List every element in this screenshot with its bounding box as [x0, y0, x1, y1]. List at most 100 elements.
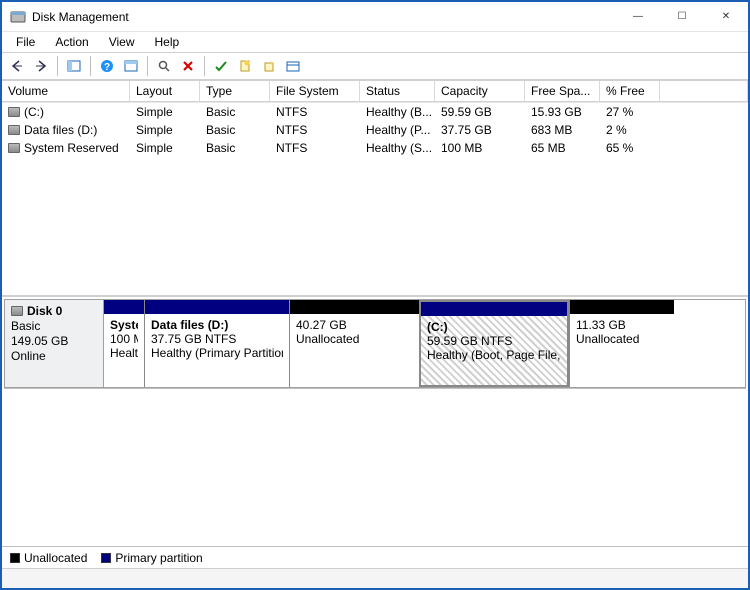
wizard-button[interactable] — [258, 55, 280, 77]
checkmark-button[interactable] — [210, 55, 232, 77]
volume-list-header: Volume Layout Type File System Status Ca… — [2, 81, 748, 103]
disk-size: 149.05 GB — [11, 334, 97, 348]
minimize-button[interactable]: — — [616, 2, 660, 32]
volume-row[interactable]: Data files (D:) SimpleBasicNTFSHealthy (P… — [2, 121, 748, 139]
partition-size: 37.75 GB NTFS — [151, 332, 283, 346]
volume-name: Data files (D:) — [24, 123, 97, 137]
partition-body: (C:)59.59 GB NTFSHealthy (Boot, Page Fil… — [421, 316, 567, 385]
col-header-capacity[interactable]: Capacity — [435, 81, 525, 102]
volume-free: 683 MB — [525, 120, 600, 140]
volume-status: Healthy (P... — [360, 120, 435, 140]
col-header-freespace[interactable]: Free Spa... — [525, 81, 600, 102]
menu-view[interactable]: View — [101, 33, 143, 51]
partition[interactable]: 11.33 GBUnallocated — [569, 300, 674, 387]
volume-capacity: 37.75 GB — [435, 120, 525, 140]
volume-type: Basic — [200, 120, 270, 140]
partition[interactable]: System R100 MB NHealthy ( — [104, 300, 144, 387]
disk-label: Disk 0 — [27, 304, 62, 318]
partition-stripe — [570, 300, 674, 314]
partition-size: 11.33 GB — [576, 318, 668, 332]
volume-rows: (C:)SimpleBasicNTFSHealthy (B...59.59 GB… — [2, 103, 748, 295]
disk-pane-spacer — [2, 391, 748, 546]
settings-button[interactable] — [120, 55, 142, 77]
col-header-pctfree[interactable]: % Free — [600, 81, 660, 102]
volume-status: Healthy (S... — [360, 138, 435, 158]
partition-status: Unallocated — [296, 332, 413, 346]
help-button[interactable]: ? — [96, 55, 118, 77]
col-header-filesystem[interactable]: File System — [270, 81, 360, 102]
volume-name: System Reserved — [24, 141, 119, 155]
legend-unallocated: Unallocated — [10, 551, 87, 565]
volume-layout: Simple — [130, 120, 200, 140]
volume-fs: NTFS — [270, 138, 360, 158]
volume-capacity: 100 MB — [435, 138, 525, 158]
toolbar-separator — [147, 56, 148, 76]
partition[interactable]: Data files (D:)37.75 GB NTFSHealthy (Pri… — [144, 300, 289, 387]
window-title: Disk Management — [32, 10, 616, 24]
disk-info[interactable]: Disk 0 Basic 149.05 GB Online — [4, 299, 104, 388]
show-hide-tree-button[interactable] — [63, 55, 85, 77]
partition-name: Data files (D:) — [151, 318, 283, 332]
partition-body: System R100 MB NHealthy ( — [104, 314, 144, 387]
volume-icon — [8, 143, 20, 153]
col-header-type[interactable]: Type — [200, 81, 270, 102]
toolbar-separator — [204, 56, 205, 76]
window-controls: — ☐ ✕ — [616, 2, 748, 32]
volume-row[interactable]: System Reserved SimpleBasicNTFSHealthy (S… — [2, 139, 748, 157]
volume-pctfree: 65 % — [600, 138, 660, 158]
disk-row: Disk 0 Basic 149.05 GB Online System R10… — [4, 299, 746, 389]
partition-stripe — [104, 300, 144, 314]
partition-size: 40.27 GB — [296, 318, 413, 332]
properties-button[interactable] — [282, 55, 304, 77]
partition-stripe — [421, 302, 567, 316]
col-header-volume[interactable]: Volume — [2, 81, 130, 102]
statusbar — [2, 568, 748, 588]
partition-body: Data files (D:)37.75 GB NTFSHealthy (Pri… — [145, 314, 289, 387]
partition-status: Unallocated — [576, 332, 668, 346]
menu-file[interactable]: File — [8, 33, 43, 51]
delete-button[interactable] — [177, 55, 199, 77]
swatch-primary-icon — [101, 553, 111, 563]
partition-status: Healthy ( — [110, 346, 138, 360]
close-button[interactable]: ✕ — [704, 2, 748, 32]
toolbar-separator — [57, 56, 58, 76]
volume-pctfree: 2 % — [600, 120, 660, 140]
menu-help[interactable]: Help — [147, 33, 188, 51]
new-button[interactable] — [234, 55, 256, 77]
titlebar: Disk Management — ☐ ✕ — [2, 2, 748, 32]
disk-kind: Basic — [11, 319, 97, 333]
maximize-button[interactable]: ☐ — [660, 2, 704, 32]
volume-name: (C:) — [24, 105, 44, 119]
partition[interactable]: 40.27 GBUnallocated — [289, 300, 419, 387]
partition-size: 59.59 GB NTFS — [427, 334, 561, 348]
volume-free: 65 MB — [525, 138, 600, 158]
legend-primary: Primary partition — [101, 551, 202, 565]
toolbar: ? — [2, 52, 748, 80]
col-header-layout[interactable]: Layout — [130, 81, 200, 102]
partition-status: Healthy (Primary Partition — [151, 346, 283, 360]
volume-fs: NTFS — [270, 120, 360, 140]
swatch-unallocated-icon — [10, 553, 20, 563]
partition[interactable]: (C:)59.59 GB NTFSHealthy (Boot, Page Fil… — [419, 300, 569, 387]
menubar: File Action View Help — [2, 32, 748, 52]
col-header-end — [660, 81, 748, 102]
partition-body: 40.27 GBUnallocated — [290, 314, 419, 387]
disk-icon — [11, 306, 23, 316]
volume-layout: Simple — [130, 138, 200, 158]
volume-row[interactable]: (C:)SimpleBasicNTFSHealthy (B...59.59 GB… — [2, 103, 748, 121]
forward-button[interactable] — [30, 55, 52, 77]
partition-body: 11.33 GBUnallocated — [570, 314, 674, 387]
col-header-status[interactable]: Status — [360, 81, 435, 102]
back-button[interactable] — [6, 55, 28, 77]
volume-icon — [8, 107, 20, 117]
volume-type: Basic — [200, 138, 270, 158]
partition-stripe — [290, 300, 419, 314]
toolbar-separator — [90, 56, 91, 76]
menu-action[interactable]: Action — [47, 33, 96, 51]
find-button[interactable] — [153, 55, 175, 77]
app-icon — [10, 9, 26, 25]
disk-state: Online — [11, 349, 97, 363]
disk-map-pane: Disk 0 Basic 149.05 GB Online System R10… — [2, 295, 748, 568]
partition-status: Healthy (Boot, Page File, C — [427, 348, 561, 362]
partition-name: (C:) — [427, 320, 561, 334]
